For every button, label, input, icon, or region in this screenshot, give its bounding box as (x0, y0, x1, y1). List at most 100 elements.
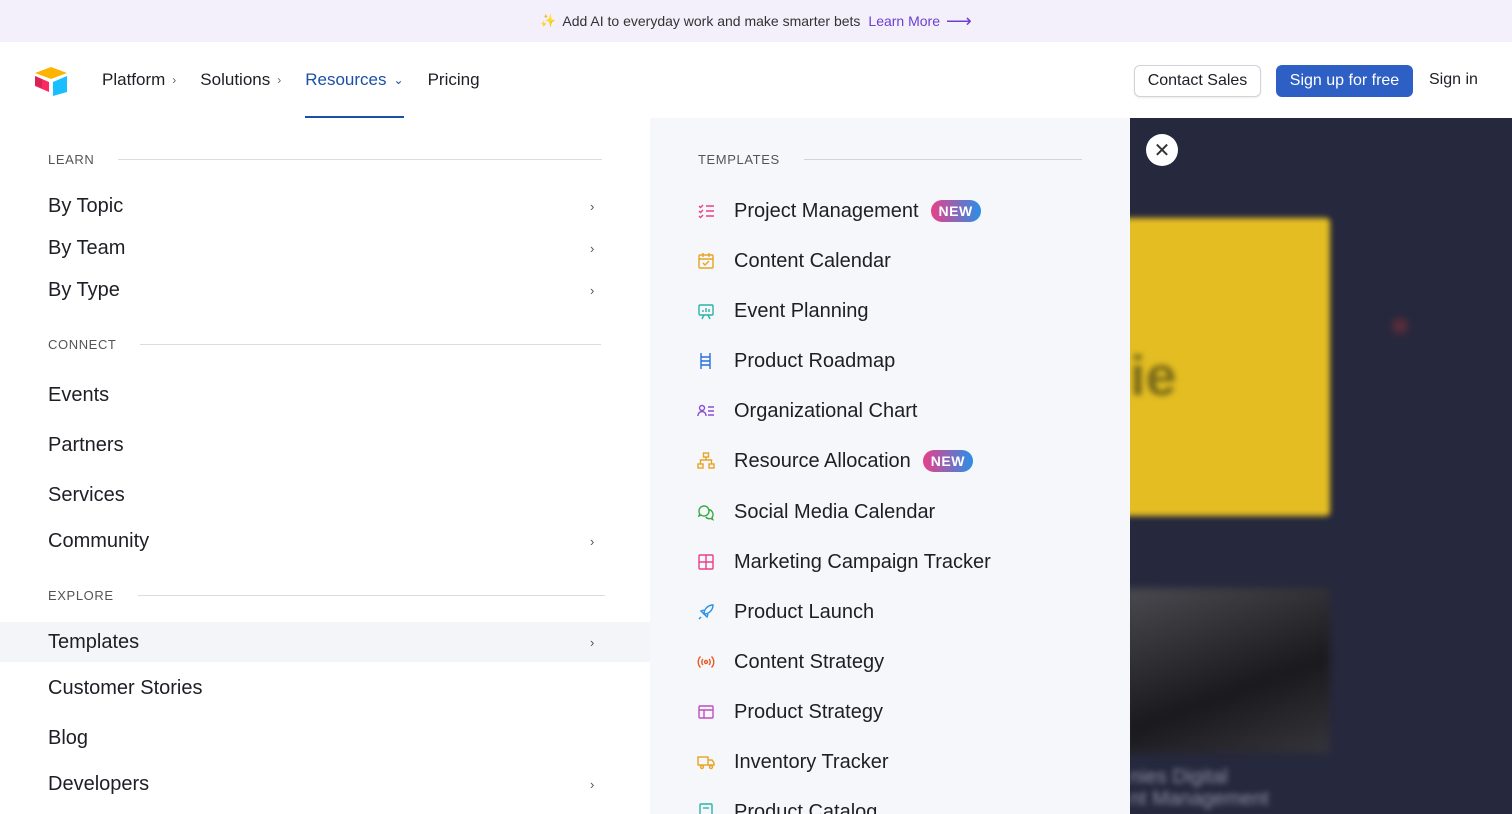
section-header-learn: LEARN (48, 152, 603, 167)
hierarchy-icon (696, 451, 716, 471)
template-event-planning[interactable]: Event Planning (696, 296, 869, 326)
menu-item-by-team[interactable]: By Team › (0, 228, 650, 268)
menu-item-community[interactable]: Community › (0, 521, 650, 561)
menu-item-label: Partners (48, 433, 124, 456)
chevron-right-icon: › (172, 73, 177, 87)
rocket-icon (696, 602, 716, 622)
book-icon (696, 802, 716, 814)
section-title: TEMPLATES (698, 152, 780, 167)
template-label: Product Strategy (734, 700, 883, 723)
template-project-management[interactable]: Project Management NEW (696, 196, 981, 226)
nav-solutions[interactable]: Solutions › (200, 42, 281, 118)
template-label: Project Management (734, 199, 919, 222)
menu-item-label: Community (48, 529, 150, 552)
nav-pricing-label: Pricing (427, 70, 480, 89)
arrow-right-icon: ⟶ (946, 11, 972, 31)
template-organizational-chart[interactable]: Organizational Chart (696, 396, 917, 426)
section-title: EXPLORE (48, 588, 114, 603)
templates-column: TEMPLATES Project Management NEW Content… (650, 118, 1130, 814)
nav-pricing[interactable]: Pricing (428, 42, 480, 118)
chevron-down-icon: ⌄ (393, 73, 404, 87)
truck-icon (696, 752, 716, 772)
template-label: Social Media Calendar (734, 500, 936, 523)
menu-item-label: Services (48, 483, 125, 506)
menu-item-services[interactable]: Services (0, 475, 650, 515)
template-label: Product Roadmap (734, 349, 896, 372)
sign-up-button[interactable]: Sign up for free (1276, 65, 1413, 97)
promo-photo (1130, 588, 1330, 753)
template-product-launch[interactable]: Product Launch (696, 597, 874, 627)
close-icon[interactable]: ✕ (1146, 134, 1178, 166)
template-label: Inventory Tracker (734, 750, 889, 773)
chevron-right-icon: › (590, 533, 595, 549)
chat-bubbles-icon (696, 502, 716, 522)
menu-item-partners[interactable]: Partners (0, 425, 650, 465)
decorative-dot (1392, 318, 1408, 334)
template-marketing-campaign-tracker[interactable]: Marketing Campaign Tracker (696, 547, 991, 577)
template-product-roadmap[interactable]: Product Roadmap (696, 346, 895, 376)
template-label: Content Calendar (734, 249, 891, 272)
menu-item-label: By Type (48, 278, 120, 301)
promo-panel: ie nies Digital nt Management (1130, 118, 1512, 814)
template-resource-allocation[interactable]: Resource Allocation NEW (696, 446, 973, 476)
chevron-right-icon: › (590, 634, 595, 650)
chevron-right-icon: › (590, 198, 595, 214)
sparkle-icon: ✨ (540, 13, 557, 28)
template-label: Event Planning (734, 299, 869, 322)
chevron-right-icon: › (277, 73, 282, 87)
grid-icon (696, 552, 716, 572)
section-header-connect: CONNECT (48, 337, 602, 352)
template-product-catalog[interactable]: Product Catalog (696, 797, 877, 814)
template-content-strategy[interactable]: Content Strategy (696, 647, 884, 677)
menu-item-developers[interactable]: Developers › (0, 764, 650, 804)
template-label: Content Strategy (734, 650, 885, 673)
checklist-icon (696, 201, 716, 221)
menu-item-by-topic[interactable]: By Topic › (0, 186, 650, 226)
sign-in-link[interactable]: Sign in (1429, 71, 1478, 89)
nav-resources[interactable]: Resources ⌄ (305, 42, 404, 118)
nav-solutions-label: Solutions (200, 70, 271, 89)
section-header-explore: EXPLORE (48, 588, 605, 603)
template-label: Product Launch (734, 600, 875, 623)
divider (137, 595, 605, 596)
nav-platform[interactable]: Platform › (102, 42, 176, 118)
presentation-icon (696, 301, 716, 321)
promo-image-text: ie (1130, 344, 1177, 407)
menu-item-templates[interactable]: Templates › (0, 622, 650, 662)
template-label: Organizational Chart (734, 399, 918, 422)
template-content-calendar[interactable]: Content Calendar (696, 246, 891, 276)
menu-item-blog[interactable]: Blog (0, 718, 650, 758)
template-product-strategy[interactable]: Product Strategy (696, 697, 883, 727)
chevron-right-icon: › (590, 776, 595, 792)
menu-item-customer-stories[interactable]: Customer Stories (0, 668, 650, 708)
template-inventory-tracker[interactable]: Inventory Tracker (696, 747, 889, 777)
contact-sales-button[interactable]: Contact Sales (1134, 65, 1261, 97)
menu-item-by-type[interactable]: By Type › (0, 270, 650, 310)
learn-more-label: Learn More (868, 13, 940, 29)
nav-resources-label: Resources (305, 70, 387, 89)
chevron-right-icon: › (590, 240, 595, 256)
section-header-templates: TEMPLATES (698, 152, 1082, 167)
learn-more-link[interactable]: Learn More ⟶ (868, 12, 971, 30)
resources-menu-column: LEARN By Topic › By Team › By Type › CON… (0, 118, 650, 814)
menu-item-label: Developers (48, 772, 150, 795)
menu-item-label: Blog (48, 726, 89, 749)
template-label: Marketing Campaign Tracker (734, 550, 991, 573)
divider (803, 159, 1082, 160)
template-label: Resource Allocation (734, 449, 911, 472)
chevron-right-icon: › (590, 282, 595, 298)
airtable-logo-icon[interactable] (33, 66, 69, 96)
new-badge: NEW (930, 200, 981, 222)
ladder-icon (696, 351, 716, 371)
nav-platform-label: Platform (102, 70, 166, 89)
menu-item-label: Templates (48, 630, 140, 653)
announcement-text: Add AI to everyday work and make smarter… (562, 13, 861, 29)
announcement-bar: ✨ Add AI to everyday work and make smart… (0, 0, 1512, 42)
org-list-icon (696, 401, 716, 421)
template-social-media-calendar[interactable]: Social Media Calendar (696, 497, 935, 527)
menu-item-label: By Team (48, 236, 126, 259)
site-header: Platform › Solutions › Resources ⌄ Prici… (0, 42, 1512, 118)
menu-item-events[interactable]: Events (0, 375, 650, 415)
menu-item-label: Customer Stories (48, 676, 203, 699)
section-title: LEARN (48, 152, 95, 167)
